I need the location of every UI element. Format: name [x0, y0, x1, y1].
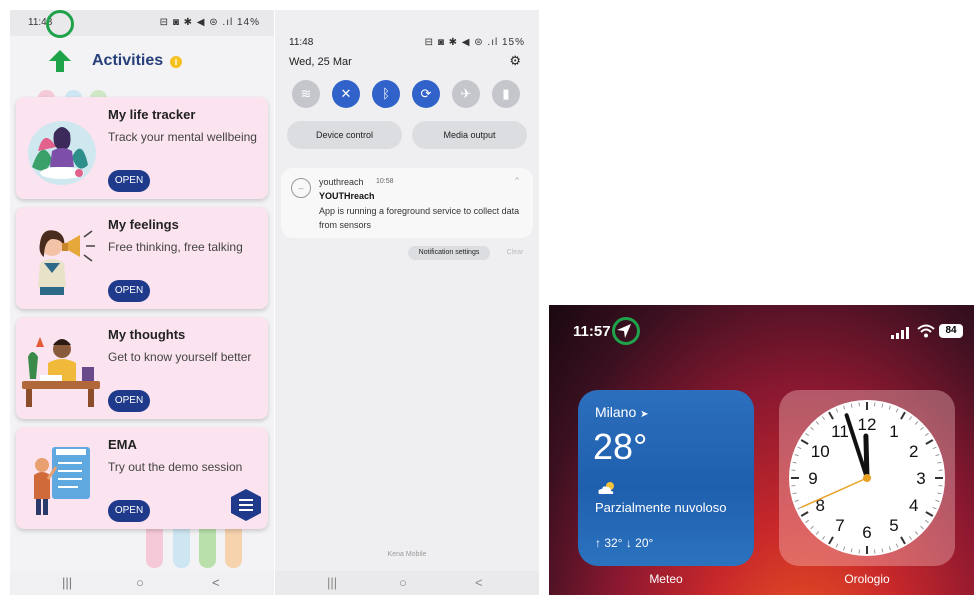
weather-temperature: 28° [593, 426, 648, 467]
card-subtitle: Free thinking, free talking [108, 240, 243, 254]
open-button[interactable]: OPEN [108, 170, 150, 192]
media-output-button[interactable]: Media output [412, 121, 527, 149]
clock-number: 9 [808, 469, 817, 488]
status-icons: ⊟ ◙ ✱ ◀︎ ⊜ .ıl 15% [425, 37, 525, 48]
notification-app: youthreach [319, 177, 364, 187]
partly-cloudy-icon [598, 482, 614, 494]
clock-widget[interactable]: 12 1 2 3 4 5 6 7 8 9 10 11 [779, 390, 955, 566]
clock-widget-label: Orologio [844, 572, 890, 586]
status-icons-glyphs: ⊟ ◙ ✱ ◀︎ ⊜ .ıl [159, 17, 234, 28]
flashlight-icon[interactable]: ▮ [492, 80, 520, 108]
clock-number: 5 [889, 516, 898, 535]
android-nav-bar: ||| ○ < [275, 571, 539, 595]
location-arrow-icon: ➤ [640, 409, 649, 420]
clock-number: 4 [909, 496, 918, 515]
weather-range: ↑ 32° ↓ 20° [595, 536, 654, 550]
notification-title: YOUTHreach [319, 191, 375, 201]
clear-button[interactable]: Clear [499, 246, 531, 260]
battery-icon: 84 [939, 324, 963, 338]
home-button[interactable]: ○ [136, 575, 144, 590]
clock-number: 6 [862, 523, 871, 542]
clock-number: 12 [858, 415, 877, 434]
analog-clock-icon: 12 1234567891011 [789, 400, 945, 556]
back-button[interactable]: < [212, 575, 220, 590]
activity-card-life-tracker[interactable]: My life tracker Track your mental wellbe… [16, 97, 268, 199]
back-button[interactable]: < [475, 575, 483, 590]
clock-number: 2 [909, 442, 918, 461]
card-title: My life tracker [108, 107, 196, 122]
weather-condition: Parzialmente nuvoloso [595, 500, 727, 515]
weather-widget-label: Meteo [649, 572, 683, 586]
recents-button[interactable]: ||| [62, 575, 72, 590]
card-subtitle: Track your mental wellbeing [108, 130, 257, 144]
card-title: My feelings [108, 217, 179, 232]
clock-number: 3 [916, 469, 925, 488]
wifi-icon[interactable]: ≋ [292, 80, 320, 108]
activity-card-thoughts[interactable]: My thoughts Get to know yourself better … [16, 317, 268, 419]
card-subtitle: Try out the demo session [108, 460, 243, 474]
notification-time: 10:58 [376, 178, 394, 185]
clock-number: 10 [811, 442, 830, 461]
clock-center [863, 474, 871, 482]
survey-person-icon [34, 447, 90, 515]
card-title: My thoughts [108, 327, 186, 342]
highlight-circle [612, 317, 640, 345]
airplane-icon[interactable]: ✈ [452, 80, 480, 108]
device-control-button[interactable]: Device control [287, 121, 402, 149]
open-button[interactable]: OPEN [108, 280, 150, 302]
app-icon: – [291, 178, 311, 198]
status-time: 11:48 [289, 37, 314, 48]
meditating-woman-icon [28, 121, 96, 185]
page-title: Activities [92, 52, 164, 69]
clock-number: 1 [889, 422, 898, 441]
up-arrow-icon[interactable] [48, 48, 72, 74]
weather-city: Milano ➤ [595, 404, 649, 420]
status-icons: ⊟ ◙ ✱ ◀︎ ⊜ .ıl 14% [160, 17, 260, 28]
battery-percent: 14% [236, 17, 260, 28]
gear-icon[interactable]: ⚙ [509, 53, 521, 69]
android-nav-bar: ||| ○ < [10, 571, 274, 595]
weather-widget[interactable]: Milano ➤ 28° Parzialmente nuvoloso ↑ 32°… [578, 390, 754, 566]
notification-body: App is running a foreground service to c… [319, 206, 520, 230]
home-button[interactable]: ○ [399, 575, 407, 590]
wifi-icon [917, 324, 935, 338]
card-title: EMA [108, 437, 137, 452]
megaphone-girl-icon [38, 230, 95, 295]
open-button[interactable]: OPEN [108, 500, 150, 522]
highlight-circle [46, 10, 74, 38]
open-button[interactable]: OPEN [108, 390, 150, 412]
date-label: Wed, 25 Mar [289, 56, 352, 68]
writing-man-icon [22, 337, 100, 407]
activities-screen: 11:48 ⊟ ◙ ✱ ◀︎ ⊜ .ıl 14% Activities i My… [10, 10, 274, 595]
clock-number: 11 [831, 422, 849, 441]
carrier-label: Kena Mobile [387, 551, 427, 558]
activity-card-feelings[interactable]: My feelings Free thinking, free talking … [16, 207, 268, 309]
notification-card[interactable]: – youthreach 10:58 ^ YOUTHreach App is r… [281, 168, 533, 238]
signal-icon [891, 327, 909, 339]
autorotate-icon[interactable]: ⟳ [412, 80, 440, 108]
notification-settings-button[interactable]: Notification settings [408, 246, 490, 260]
iphone-home-screen: 11:57 84 Milano ➤ 28° Parzialmente nuvol… [549, 305, 974, 595]
info-icon[interactable]: i [170, 56, 182, 68]
recents-button[interactable]: ||| [327, 575, 337, 590]
bluetooth-icon[interactable]: ᛒ [372, 80, 400, 108]
clock-number: 7 [835, 516, 844, 535]
weather-city-name: Milano [595, 404, 637, 420]
status-time: 11:57 [573, 323, 611, 340]
card-subtitle: Get to know yourself better [108, 350, 252, 364]
notification-shade: 11:48 ⊟ ◙ ✱ ◀︎ ⊜ .ıl 15% Wed, 25 Mar ⚙ ≋… [275, 10, 539, 595]
mute-icon[interactable]: ✕ [332, 80, 360, 108]
chevron-up-icon[interactable]: ^ [515, 176, 519, 185]
menu-fab-icon[interactable] [230, 488, 262, 522]
battery-percent: 15% [501, 37, 525, 48]
status-icons-glyphs: ⊟ ◙ ✱ ◀︎ ⊜ .ıl [424, 37, 499, 48]
